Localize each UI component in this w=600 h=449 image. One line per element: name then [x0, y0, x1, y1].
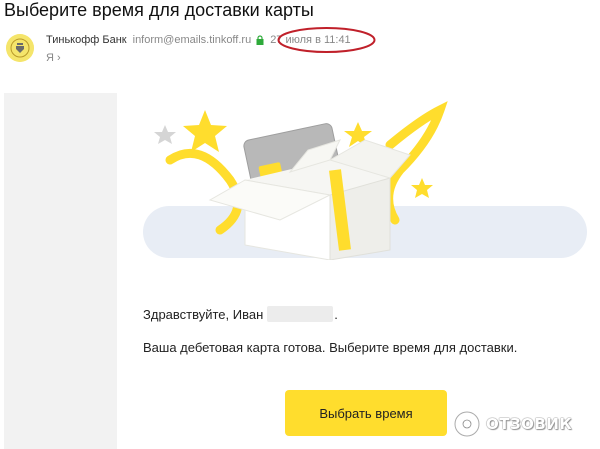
greeting: Здравствуйте, Иван . [143, 306, 338, 322]
message-text: Ваша дебетовая карта готова. Выберите вр… [143, 340, 518, 355]
gift-box-illustration [154, 101, 448, 260]
email-subject: Выберите время для доставки карты [4, 0, 314, 20]
sender-email[interactable]: inform@emails.tinkoff.ru [133, 34, 252, 46]
otzovik-logo-icon [453, 410, 481, 438]
greeting-text: Здравствуйте, Иван [143, 306, 264, 322]
star-icon [183, 110, 227, 152]
choose-time-button[interactable]: Выбрать время [285, 390, 447, 436]
lock-icon [256, 35, 264, 45]
greeting-punctuation: . [334, 306, 338, 322]
left-panel [4, 93, 117, 449]
sender-name[interactable]: Тинькофф Банк [46, 34, 127, 46]
watermark-text: ОТЗОВИК [486, 415, 573, 433]
watermark: ОТЗОВИК [452, 404, 598, 444]
tinkoff-logo-icon [6, 34, 34, 62]
star-icon [154, 125, 176, 144]
sender-avatar[interactable] [6, 34, 34, 62]
redacted-surname [267, 306, 334, 322]
highlight-ellipse [277, 27, 376, 53]
recipient-link[interactable]: Я › [46, 52, 61, 64]
star-icon [411, 178, 433, 198]
